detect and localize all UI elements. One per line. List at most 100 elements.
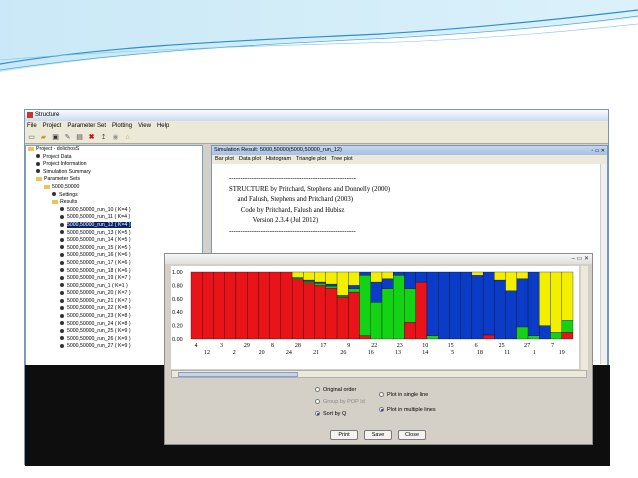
bar-segment (370, 271, 383, 283)
tree-item-run[interactable]: 5000,50000_run_15 ( K=5 ) (26, 245, 202, 253)
window-controls[interactable]: ▫ ▭ ✕ (592, 147, 605, 156)
new-icon[interactable]: ▭ (27, 133, 36, 142)
menubar: File Project Parameter Set Plotting View Help (25, 121, 608, 131)
tab-triangle-plot[interactable]: Triangle plot (296, 156, 326, 162)
bar-segment (539, 325, 551, 340)
print-button[interactable]: Print (330, 430, 358, 440)
bar-segment (516, 326, 529, 340)
bar-segment (224, 271, 237, 340)
tree-item[interactable]: Project Information (26, 161, 202, 169)
option-sort-by-q[interactable]: Sort by Q (315, 411, 346, 418)
x-tick-label: 8 (271, 343, 274, 349)
tree-item[interactable]: Settings (26, 192, 202, 200)
delete-icon[interactable]: ✖ (87, 133, 96, 142)
node-dot-icon (60, 245, 64, 250)
node-dot-icon (60, 268, 64, 273)
option-multiple-lines[interactable]: Plot in multiple lines (379, 407, 436, 414)
tree-item-label: 5000,50000_run_26 ( K=9 ) (67, 335, 131, 342)
menu-project[interactable]: Project (43, 123, 62, 129)
simulation-title: Simulation Result: 5000,50000(5000,50000… (214, 147, 342, 153)
x-tick-label: 25 (499, 343, 505, 349)
bar-segment (404, 288, 416, 323)
tree-item[interactable]: Simulation Summary (26, 169, 202, 177)
node-dot-icon (60, 321, 64, 326)
bar-segment (415, 281, 428, 340)
tree-item-run[interactable]: 5000,50000_run_10 ( K=4 ) (26, 207, 202, 215)
tab-data-plot[interactable]: Data plot (239, 156, 261, 162)
tree-item[interactable]: Parameter Sets (26, 176, 202, 184)
stop-icon[interactable]: ◉ (111, 133, 120, 142)
menu-parameter-set[interactable]: Parameter Set (67, 123, 106, 129)
option-single-line[interactable]: Plot in single line (379, 392, 428, 399)
bar-segment (291, 277, 304, 279)
tree-item-run[interactable]: 5000,50000_run_14 ( K=5 ) (26, 237, 202, 245)
option-group-by-pop[interactable]: Group by POP Id (315, 399, 365, 406)
tree-item-label: Project Information (43, 161, 87, 168)
option-original-order[interactable]: Original order (315, 387, 356, 394)
tools-icon[interactable]: ✎ (63, 133, 72, 142)
close-button[interactable]: Close (398, 430, 426, 440)
y-tick-label: 0.40 (172, 310, 183, 316)
radio-group-by-pop[interactable] (315, 399, 320, 405)
radio-original-order[interactable] (315, 387, 320, 393)
run-icon[interactable]: ↥ (99, 133, 108, 142)
bar-segment (527, 271, 540, 336)
tree-item[interactable]: Results (26, 199, 202, 207)
radio-multiple-lines[interactable] (379, 407, 384, 413)
scrollbar-thumb[interactable] (178, 372, 298, 377)
menu-view[interactable]: View (138, 123, 151, 129)
tree-item-run[interactable]: 5000,50000_run_12 ( K=4 ) (26, 221, 202, 230)
save-button[interactable]: Save (364, 430, 392, 440)
bar-segment (325, 285, 338, 289)
bar-segment (527, 335, 540, 340)
menu-help[interactable]: Help (157, 123, 169, 129)
document-icon[interactable]: ▤ (75, 133, 84, 142)
radio-sort-by-q[interactable] (315, 411, 320, 417)
dialog-window-controls[interactable]: – ▭ ✕ (572, 255, 589, 262)
bar-segment (348, 288, 360, 293)
bar-segment (213, 271, 225, 340)
node-dot-icon (60, 344, 64, 349)
tab-bar-plot[interactable]: Bar plot (215, 156, 234, 162)
tree-item[interactable]: 5000,50000 (26, 184, 202, 192)
export-icon[interactable]: ⌂ (123, 133, 132, 142)
tree-item-label: 5000,50000_run_22 ( K=8 ) (67, 305, 131, 312)
open-folder-icon[interactable]: ▰ (39, 133, 48, 142)
x-tick-label: 12 (204, 350, 210, 356)
tree-item-label: 5000,50000_run_14 ( K=5 ) (67, 237, 131, 244)
bar-segment (561, 332, 574, 340)
bar-segment (561, 320, 574, 333)
bar-segment (336, 297, 349, 340)
plot-vertical-scrollbar[interactable] (581, 266, 588, 370)
tree-item-label: Project - dolichosS (36, 146, 80, 152)
tree-item[interactable]: Project Data (26, 154, 202, 162)
tree-item-label: 5000,50000_run_19 ( K=7 ) (67, 275, 131, 282)
tab-histogram[interactable]: Histogram (266, 156, 291, 162)
bar-segment (370, 302, 383, 340)
bar-segment (381, 271, 394, 279)
bar-segment (269, 271, 282, 340)
bar-segment (336, 271, 349, 296)
tree-item[interactable]: Project - dolichosS (26, 146, 202, 154)
bar-segment (426, 335, 439, 340)
bar-segment (550, 271, 562, 333)
bar-segment (505, 290, 517, 340)
bar-segment (404, 322, 416, 340)
tree-item-run[interactable]: 5000,50000_run_11 ( K=4 ) (26, 214, 202, 222)
menu-file[interactable]: File (27, 123, 37, 129)
credits-line: Code by Pritchard, Falush and Hubisz (229, 206, 345, 214)
simulation-titlebar: Simulation Result: 5000,50000(5000,50000… (212, 146, 607, 155)
bar-segment (426, 271, 439, 336)
radio-single-line[interactable] (379, 392, 384, 398)
folder-icon (28, 146, 34, 151)
node-dot-icon (60, 222, 64, 227)
node-dot-icon (60, 230, 64, 235)
tree-item-label: 5000,50000_run_23 ( K=8 ) (67, 313, 131, 320)
simulation-scrollbar[interactable] (600, 164, 607, 364)
tree-item-label: 5000,50000_run_10 ( K=4 ) (67, 206, 131, 213)
plot-horizontal-scrollbar[interactable] (171, 370, 587, 378)
save-icon[interactable]: ▣ (51, 133, 60, 142)
menu-plotting[interactable]: Plotting (112, 123, 132, 129)
tab-tree-plot[interactable]: Tree plot (331, 156, 353, 162)
tree-item-run[interactable]: 5000,50000_run_13 ( K=5 ) (26, 230, 202, 238)
